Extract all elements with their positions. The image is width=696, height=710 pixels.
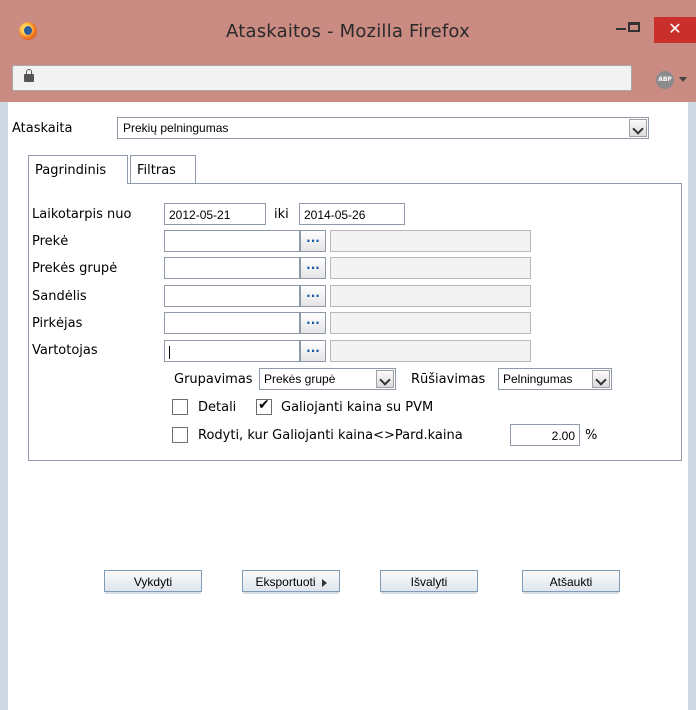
- prekes-grupe-browse-button[interactable]: ...: [300, 257, 326, 279]
- valid-price-vat-label: Galiojanti kaina su PVM: [281, 400, 434, 415]
- detail-checkbox[interactable]: [172, 399, 188, 415]
- diff-percent-value: 2.00: [551, 429, 575, 443]
- show-diff-checkbox[interactable]: [172, 427, 188, 443]
- tab-label: Filtras: [137, 163, 176, 178]
- lock-icon: [24, 69, 34, 82]
- sandelis-input[interactable]: [164, 285, 300, 307]
- window-title: Ataskaitos - Mozilla Firefox: [226, 21, 470, 42]
- diff-percent-input[interactable]: 2.00: [510, 424, 580, 446]
- report-form: Ataskaita Prekių pelningumas Pagrindinis…: [8, 102, 688, 710]
- date-from-value: 2012-05-21: [169, 208, 231, 222]
- browser-window: Ataskaitos - Mozilla Firefox ✕ ABP Atask…: [0, 0, 696, 710]
- chevron-down-icon[interactable]: [629, 119, 647, 137]
- date-to-input[interactable]: 2014-05-26: [299, 203, 405, 225]
- maximize-button[interactable]: [622, 17, 648, 43]
- title-bar: Ataskaitos - Mozilla Firefox ✕: [0, 0, 696, 50]
- grouping-label: Grupavimas: [174, 372, 253, 387]
- arrow-right-icon: [321, 578, 327, 587]
- preke-input[interactable]: [164, 230, 300, 252]
- date-from-input[interactable]: 2012-05-21: [164, 203, 266, 225]
- navigation-bar: ABP: [0, 50, 696, 102]
- close-icon: ✕: [668, 19, 682, 38]
- chevron-down-icon[interactable]: [376, 370, 394, 388]
- detail-label: Detali: [198, 400, 237, 415]
- chevron-down-icon[interactable]: [679, 77, 687, 82]
- grouping-select[interactable]: Prekės grupė: [259, 368, 396, 390]
- run-button[interactable]: Vykdyti: [104, 570, 202, 594]
- sandelis-display: [330, 285, 531, 307]
- sorting-label: Rūšiavimas: [411, 372, 486, 387]
- filter-label-sandelis: Sandėlis: [32, 289, 87, 304]
- grouping-value: Prekės grupė: [264, 372, 336, 386]
- sorting-select[interactable]: Pelningumas: [498, 368, 612, 390]
- tab-pagrindinis[interactable]: Pagrindinis: [28, 155, 128, 184]
- chevron-down-icon[interactable]: [592, 370, 610, 388]
- pirkejas-browse-button[interactable]: ...: [300, 312, 326, 334]
- close-button[interactable]: ✕: [654, 17, 696, 43]
- valid-price-vat-checkbox[interactable]: [256, 397, 272, 415]
- clear-button-label: Išvalyti: [410, 575, 448, 589]
- filter-label-vartotojas: Vartotojas: [32, 343, 98, 358]
- date-to-value: 2014-05-26: [304, 208, 366, 222]
- pirkejas-input[interactable]: [164, 312, 300, 334]
- prekes-grupe-input[interactable]: [164, 257, 300, 279]
- report-select-value: Prekių pelningumas: [123, 121, 229, 135]
- export-button[interactable]: Eksportuoti: [242, 570, 340, 594]
- sandelis-browse-button[interactable]: ...: [300, 285, 326, 307]
- clear-button[interactable]: Išvalyti: [380, 570, 478, 594]
- filter-label-pirkejas: Pirkėjas: [32, 316, 83, 331]
- preke-browse-button[interactable]: ...: [300, 230, 326, 252]
- url-bar[interactable]: [12, 65, 632, 91]
- maximize-icon: [628, 22, 640, 32]
- pirkejas-display: [330, 312, 531, 334]
- period-to-label: iki: [274, 207, 289, 222]
- preke-display: [330, 230, 531, 252]
- prekes-grupe-display: [330, 257, 531, 279]
- sorting-value: Pelningumas: [503, 372, 573, 386]
- cancel-button[interactable]: Atšaukti: [522, 570, 620, 594]
- report-label: Ataskaita: [12, 121, 73, 136]
- filter-label-preke: Prekė: [32, 234, 69, 249]
- export-button-label: Eksportuoti: [255, 575, 316, 589]
- period-label: Laikotarpis nuo: [32, 207, 132, 222]
- cancel-button-label: Atšaukti: [549, 575, 593, 589]
- vartotojas-browse-button[interactable]: ...: [300, 340, 326, 362]
- vartotojas-display: [330, 340, 531, 362]
- tab-label: Pagrindinis: [35, 163, 107, 178]
- adblock-plus-icon[interactable]: ABP: [656, 71, 674, 89]
- run-button-label: Vykdyti: [133, 575, 173, 589]
- report-select[interactable]: Prekių pelningumas: [117, 117, 649, 139]
- text-cursor: [169, 346, 170, 360]
- vartotojas-input[interactable]: [164, 340, 300, 362]
- filter-label-prekes-grupe: Prekės grupė: [32, 261, 118, 276]
- show-diff-label: Rodyti, kur Galiojanti kaina<>Pard.kaina: [198, 428, 463, 443]
- tab-filtras[interactable]: Filtras: [130, 155, 196, 183]
- percent-unit: %: [585, 428, 598, 443]
